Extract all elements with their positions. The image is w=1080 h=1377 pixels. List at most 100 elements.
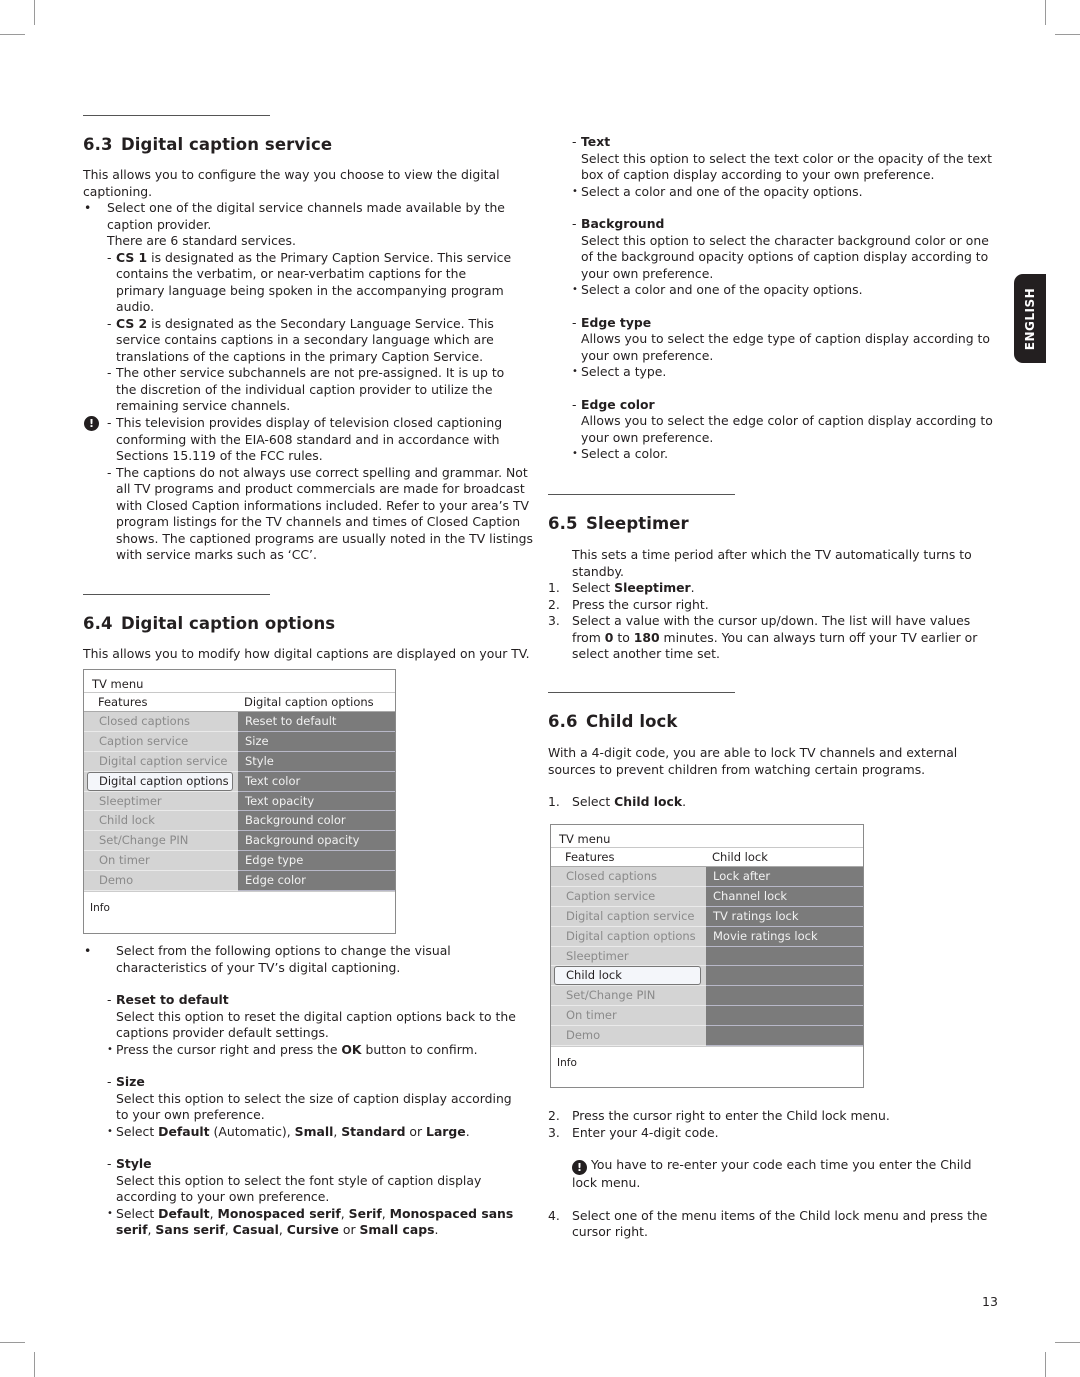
step-item: 1. Select Child lock. <box>548 794 687 809</box>
option-desc-edge-color: Allows you to select the edge color of c… <box>581 413 993 445</box>
standard-services-text: There are 6 standard services. <box>107 233 296 248</box>
option-desc-size: Select this option to select the size of… <box>116 1090 512 1123</box>
submenu-item-tv-ratings-lock[interactable]: TV ratings lock <box>706 907 863 927</box>
step-item: 3. Enter your 4-digit code. <box>548 1124 719 1140</box>
menu-item-on-timer[interactable]: On timer <box>551 1006 706 1027</box>
menu-item-digital-caption-service[interactable]: Digital caption service <box>551 907 706 927</box>
option-title-reset: Reset to default <box>83 992 523 1009</box>
submenu-item-reset-to-default[interactable]: Reset to default <box>238 712 395 732</box>
option-bullet-background: Select a color and one of the opacity op… <box>548 282 998 299</box>
menu-item-on-timer[interactable]: On timer <box>84 851 238 872</box>
submenu-list: Lock after Channel lock TV ratings lock … <box>706 867 863 1047</box>
menu-item-demo[interactable]: Demo <box>84 871 238 892</box>
submenu-item-edge-type[interactable]: Edge type <box>238 851 395 872</box>
section-divider <box>83 115 270 116</box>
tv-menu-title: TV menu <box>559 832 611 846</box>
submenu-item-edge-color[interactable]: Edge color <box>238 871 395 892</box>
menu-item-set-change-pin[interactable]: Set/Change PIN <box>84 831 238 852</box>
section-6-4-options-continued: Text Select this option to select the te… <box>548 134 998 463</box>
section-6-4-intro: This allows you to modify how digital ca… <box>83 646 530 661</box>
option-title-text: Text <box>548 134 998 151</box>
option-bullet-edge-color: Select a color. <box>548 446 998 463</box>
section-6-5-body: This sets a time period after which the … <box>548 547 998 663</box>
option-desc-style: Select this option to select the font st… <box>116 1172 482 1205</box>
submenu-item-style[interactable]: Style <box>238 752 395 772</box>
menu-item-sleeptimer[interactable]: Sleeptimer <box>551 947 706 967</box>
list-item: Select one of the digital service channe… <box>83 200 513 233</box>
tv-menu-header: Features Child lock <box>551 847 863 867</box>
language-tab: ENGLISH <box>1014 274 1046 363</box>
tv-menu-header: Features Digital caption options <box>84 692 395 712</box>
intro-text: This allows you to configure the way you… <box>83 167 500 199</box>
menu-item-child-lock-selected[interactable]: Child lock <box>551 966 706 987</box>
features-header: Features <box>98 695 148 709</box>
tv-menu-digital-caption-options: TV menu Features Digital caption options… <box>83 669 396 934</box>
menu-item-closed-captions[interactable]: Closed captions <box>84 712 238 732</box>
submenu-item-text-color[interactable]: Text color <box>238 772 395 792</box>
menu-item-caption-service[interactable]: Caption service <box>84 732 238 752</box>
option-desc-edge-type: Allows you to select the edge type of ca… <box>581 331 990 363</box>
list-item: Select from the following options to cha… <box>83 943 523 976</box>
option-desc-text: Select this option to select the text co… <box>581 150 992 183</box>
crop-mark <box>34 0 35 25</box>
step-item: 3. Select a value with the cursor up/down… <box>548 613 978 661</box>
menu-item-digital-caption-service[interactable]: Digital caption service <box>84 752 238 772</box>
tv-menu-info: Info <box>84 891 395 924</box>
section-6-3-notes: ! This television provides display of te… <box>83 415 533 564</box>
submenu-item-channel-lock[interactable]: Channel lock <box>706 887 863 907</box>
section-6-4-heading: 6.4 Digital caption options <box>83 614 336 633</box>
step-item: 2. Press the cursor right to enter the Ch… <box>548 1108 890 1123</box>
section-6-6-steps: 2. Press the cursor right to enter the Ch… <box>548 1108 998 1241</box>
note-item: ! This television provides display of te… <box>83 415 533 465</box>
option-title-background: Background <box>548 216 998 233</box>
crop-mark <box>1055 34 1080 35</box>
list-item: The other service subchannels are not pr… <box>83 365 513 415</box>
submenu-list: Reset to default Size Style Text color T… <box>238 712 395 892</box>
section-6-4-options: Select from the following options to cha… <box>83 943 523 1239</box>
submenu-item-lock-after[interactable]: Lock after <box>706 867 863 887</box>
tv-menu-child-lock: TV menu Features Child lock Closed capti… <box>550 824 864 1088</box>
crop-mark <box>1055 1342 1080 1343</box>
menu-item-demo[interactable]: Demo <box>551 1026 706 1047</box>
section-divider <box>548 494 735 495</box>
features-list: Closed captions Caption service Digital … <box>84 712 238 892</box>
submenu-item-background-opacity[interactable]: Background opacity <box>238 831 395 852</box>
menu-item-caption-service[interactable]: Caption service <box>551 887 706 907</box>
menu-item-digital-caption-options[interactable]: Digital caption options <box>551 927 706 947</box>
submenu-item-movie-ratings-lock[interactable]: Movie ratings lock <box>706 927 863 947</box>
intro-text: This sets a time period after which the … <box>572 547 972 579</box>
crop-mark <box>1045 0 1046 25</box>
submenu-empty-row <box>706 1026 863 1047</box>
submenu-empty-row <box>706 986 863 1007</box>
warning-icon: ! <box>84 416 99 431</box>
list-item: CS 1 is designated as the Primary Captio… <box>83 250 513 316</box>
option-desc-background: Select this option to select the charact… <box>581 232 989 281</box>
option-bullet-text: Select a color and one of the opacity op… <box>548 184 998 201</box>
submenu-item-background-color[interactable]: Background color <box>238 811 395 832</box>
option-bullet-size: Select Default (Automatic), Small, Stand… <box>83 1124 523 1141</box>
note-item: The captions do not always use correct s… <box>83 465 533 564</box>
menu-item-child-lock[interactable]: Child lock <box>84 811 238 832</box>
menu-item-closed-captions[interactable]: Closed captions <box>551 867 706 887</box>
warning-icon: ! <box>572 1160 587 1175</box>
note-item: ! You have to re-enter your code each ti… <box>572 1157 972 1190</box>
menu-item-digital-caption-options-selected[interactable]: Digital caption options <box>84 771 238 792</box>
step-item: 4. Select one of the menu items of the Ch… <box>548 1207 988 1240</box>
section-divider <box>548 692 735 693</box>
submenu-header: Child lock <box>712 850 768 864</box>
submenu-item-text-opacity[interactable]: Text opacity <box>238 792 395 812</box>
section-6-5-heading: 6.5 Sleeptimer <box>548 514 689 533</box>
option-bullet-reset: Press the cursor right and press the OK … <box>83 1042 523 1059</box>
section-6-6-heading: 6.6 Child lock <box>548 712 678 731</box>
tv-menu-body: Closed captions Caption service Digital … <box>551 867 863 1047</box>
tv-menu-info: Info <box>551 1046 863 1079</box>
menu-item-sleeptimer[interactable]: Sleeptimer <box>84 792 238 812</box>
menu-item-set-change-pin[interactable]: Set/Change PIN <box>551 986 706 1007</box>
features-header: Features <box>565 850 615 864</box>
option-bullet-style: Select Default, Monospaced serif, Serif,… <box>83 1206 523 1239</box>
submenu-item-size[interactable]: Size <box>238 732 395 752</box>
section-6-6-intro: With a 4-digit code, you are able to loc… <box>548 745 978 811</box>
language-tab-label: ENGLISH <box>1023 287 1037 350</box>
crop-mark <box>0 1342 25 1343</box>
step-item: 1. Select Sleeptimer. <box>548 580 695 595</box>
